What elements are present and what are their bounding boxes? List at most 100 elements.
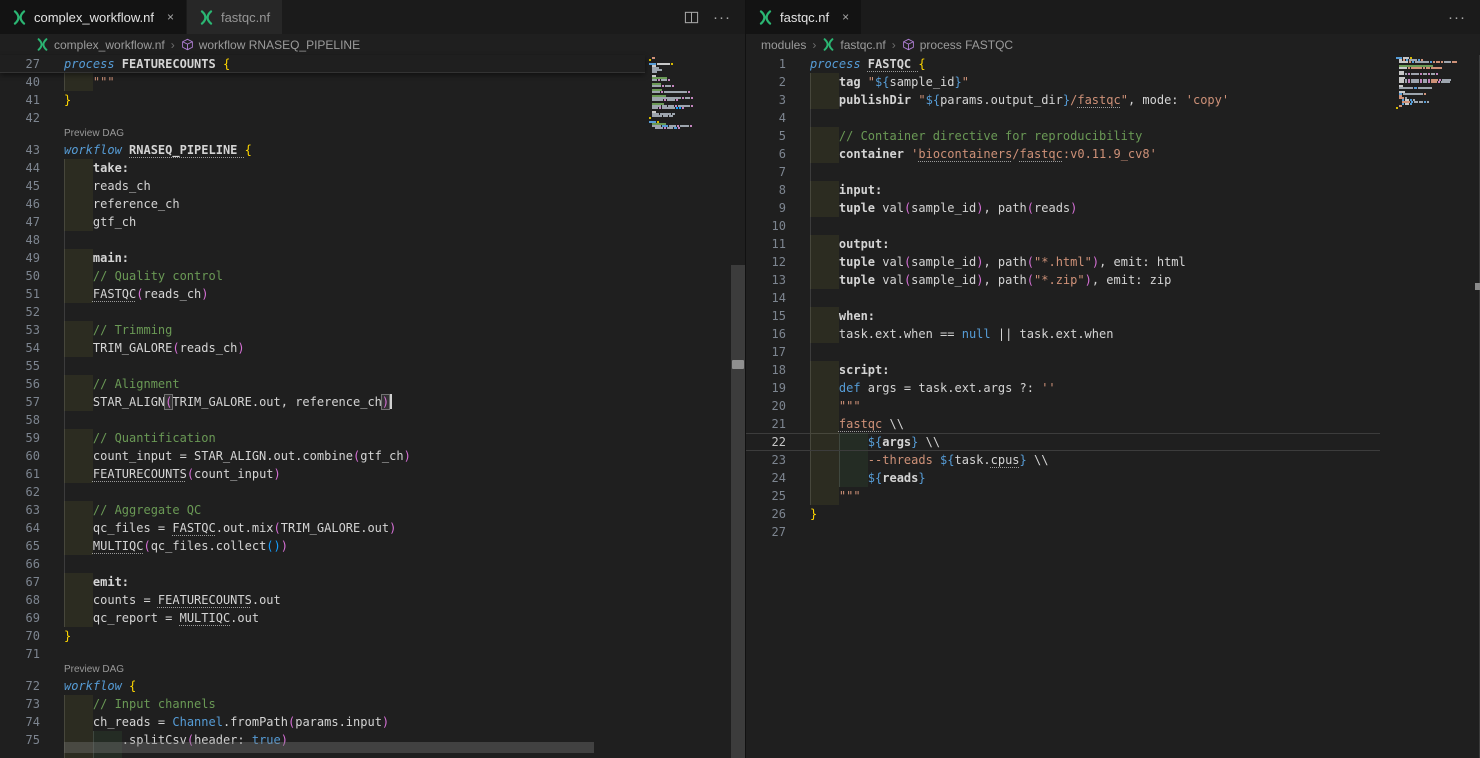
code-line[interactable]: 54TRIM_GALORE(reads_ch) [0, 339, 645, 357]
code-line[interactable]: 20""" [746, 397, 1380, 415]
code-line[interactable]: 62 [0, 483, 645, 501]
code-line[interactable]: 50// Quality control [0, 267, 645, 285]
code-line[interactable]: 18script: [746, 361, 1380, 379]
code-line[interactable]: 69qc_report = MULTIQC.out [0, 609, 645, 627]
code-line[interactable]: 6container 'biocontainers/fastqc:v0.11.9… [746, 145, 1380, 163]
code-line[interactable]: 47gtf_ch [0, 213, 645, 231]
code-line[interactable]: 51FASTQC(reads_ch) [0, 285, 645, 303]
horizontal-scrollbar[interactable] [64, 742, 594, 753]
code-line[interactable]: 73// Input channels [0, 695, 645, 713]
indent-highlight [810, 325, 839, 343]
window-scrollbar-marker[interactable] [1475, 283, 1480, 290]
code-line[interactable]: 26} [746, 505, 1380, 523]
code-line[interactable]: 63// Aggregate QC [0, 501, 645, 519]
code-editor[interactable]: 27process FEATURECOUNTS {40"""41}42Previ… [0, 55, 745, 758]
breadcrumb-item[interactable]: fastqc.nf [822, 38, 885, 52]
vertical-scrollbar[interactable] [731, 265, 745, 758]
code-line[interactable]: 11output: [746, 235, 1380, 253]
split-editor-icon[interactable] [684, 10, 699, 25]
code-line[interactable]: 70} [0, 627, 645, 645]
breadcrumb-label: fastqc.nf [840, 38, 885, 52]
code-line[interactable]: 64qc_files = FASTQC.out.mix(TRIM_GALORE.… [0, 519, 645, 537]
code-line[interactable]: 59// Quantification [0, 429, 645, 447]
code-line[interactable]: 1process FASTQC { [746, 55, 1380, 73]
code-line[interactable]: 13tuple val(sample_id), path("*.zip"), e… [746, 271, 1380, 289]
code-line[interactable]: 61FEATURECOUNTS(count_input) [0, 465, 645, 483]
code-line[interactable]: 5// Container directive for reproducibil… [746, 127, 1380, 145]
code-line[interactable]: 49main: [0, 249, 645, 267]
code-line[interactable]: 67emit: [0, 573, 645, 591]
minimap[interactable] [1396, 57, 1460, 111]
code-line[interactable]: 10 [746, 217, 1380, 235]
tab-complex_workflow-nf[interactable]: complex_workflow.nf× [0, 0, 187, 34]
code-line[interactable]: 53// Trimming [0, 321, 645, 339]
code-line[interactable]: 45reads_ch [0, 177, 645, 195]
code-line[interactable]: 71 [0, 645, 645, 663]
code-line[interactable]: 3publishDir "${params.output_dir}/fastqc… [746, 91, 1380, 109]
code-token: workflow [64, 679, 129, 693]
code-line[interactable]: 15when: [746, 307, 1380, 325]
code-line[interactable]: 74ch_reads = Channel.fromPath(params.inp… [0, 713, 645, 731]
more-actions-icon[interactable]: ··· [1448, 9, 1466, 26]
tab-fastqc-nf[interactable]: fastqc.nf× [746, 0, 862, 34]
code-line[interactable]: 46reference_ch [0, 195, 645, 213]
code-line[interactable]: 25""" [746, 487, 1380, 505]
code-line[interactable]: 4 [746, 109, 1380, 127]
tab-close-icon[interactable]: × [167, 10, 174, 24]
code-text: MULTIQC(qc_files.collect()) [93, 537, 288, 555]
code-line[interactable]: 2tag "${sample_id}" [746, 73, 1380, 91]
sticky-scroll-line[interactable]: 27process FEATURECOUNTS { [0, 55, 645, 73]
code-line[interactable]: 68counts = FEATURECOUNTS.out [0, 591, 645, 609]
code-line[interactable]: 16task.ext.when == null || task.ext.when [746, 325, 1380, 343]
code-token: ) [274, 467, 281, 481]
breadcrumb-item[interactable]: complex_workflow.nf [36, 38, 165, 52]
code-text: task.ext.when == null || task.ext.when [839, 325, 1114, 343]
code-line[interactable]: 24${reads} [746, 469, 1380, 487]
code-line[interactable]: 60count_input = STAR_ALIGN.out.combine(g… [0, 447, 645, 465]
breadcrumb-separator-icon: › [812, 38, 816, 52]
code-line[interactable]: 66 [0, 555, 645, 573]
code-line[interactable]: 52 [0, 303, 645, 321]
code-line[interactable]: 12tuple val(sample_id), path("*.html"), … [746, 253, 1380, 271]
code-token: ) [1085, 273, 1092, 287]
code-line[interactable]: 21fastqc \\ [746, 415, 1380, 433]
code-line[interactable]: 43workflow RNASEQ_PIPELINE { [0, 141, 645, 159]
code-line[interactable]: 57STAR_ALIGN(TRIM_GALORE.out, reference_… [0, 393, 645, 411]
minimap[interactable] [649, 57, 729, 129]
code-line[interactable]: 14 [746, 289, 1380, 307]
code-line[interactable]: 27 [746, 523, 1380, 541]
more-actions-icon[interactable]: ··· [713, 9, 731, 26]
code-line[interactable]: 44take: [0, 159, 645, 177]
code-line[interactable]: 17 [746, 343, 1380, 361]
breadcrumb-item[interactable]: workflow RNASEQ_PIPELINE [181, 38, 360, 52]
scrollbar-grip[interactable] [732, 360, 744, 369]
codelens-preview-dag[interactable]: Preview DAG [0, 663, 645, 677]
indent-highlight [64, 285, 93, 303]
code-line[interactable]: 55 [0, 357, 645, 375]
code-line[interactable]: 48 [0, 231, 645, 249]
code-token: tuple [839, 255, 882, 269]
code-line[interactable]: 42 [0, 109, 645, 127]
code-line[interactable]: 23--threads ${task.cpus} \\ [746, 451, 1380, 469]
code-line[interactable]: 41} [0, 91, 645, 109]
code-editor[interactable]: 1process FASTQC {2tag "${sample_id}"3pub… [746, 55, 1480, 758]
code-text: tuple val(sample_id), path("*.html"), em… [839, 253, 1186, 271]
code-token: FEATURECOUNTS [122, 57, 223, 71]
code-line[interactable]: 65MULTIQC(qc_files.collect()) [0, 537, 645, 555]
indent-highlight [64, 447, 93, 465]
code-line[interactable]: 9tuple val(sample_id), path(reads) [746, 199, 1380, 217]
code-line[interactable]: 22${args} \\ [746, 433, 1380, 451]
breadcrumb-item[interactable]: process FASTQC [902, 38, 1013, 52]
breadcrumb-item[interactable]: modules [761, 38, 806, 52]
tab-close-icon[interactable]: × [842, 10, 849, 24]
code-line[interactable]: 7 [746, 163, 1380, 181]
codelens-preview-dag[interactable]: Preview DAG [0, 127, 645, 141]
code-text: gtf_ch [93, 213, 136, 231]
code-line[interactable]: 72workflow { [0, 677, 645, 695]
code-line[interactable]: 19def args = task.ext.args ?: '' [746, 379, 1380, 397]
code-line[interactable]: 58 [0, 411, 645, 429]
code-line[interactable]: 8input: [746, 181, 1380, 199]
code-line[interactable]: 56// Alignment [0, 375, 645, 393]
code-line[interactable]: 40""" [0, 73, 645, 91]
tab-fastqc-nf[interactable]: fastqc.nf [187, 0, 283, 34]
